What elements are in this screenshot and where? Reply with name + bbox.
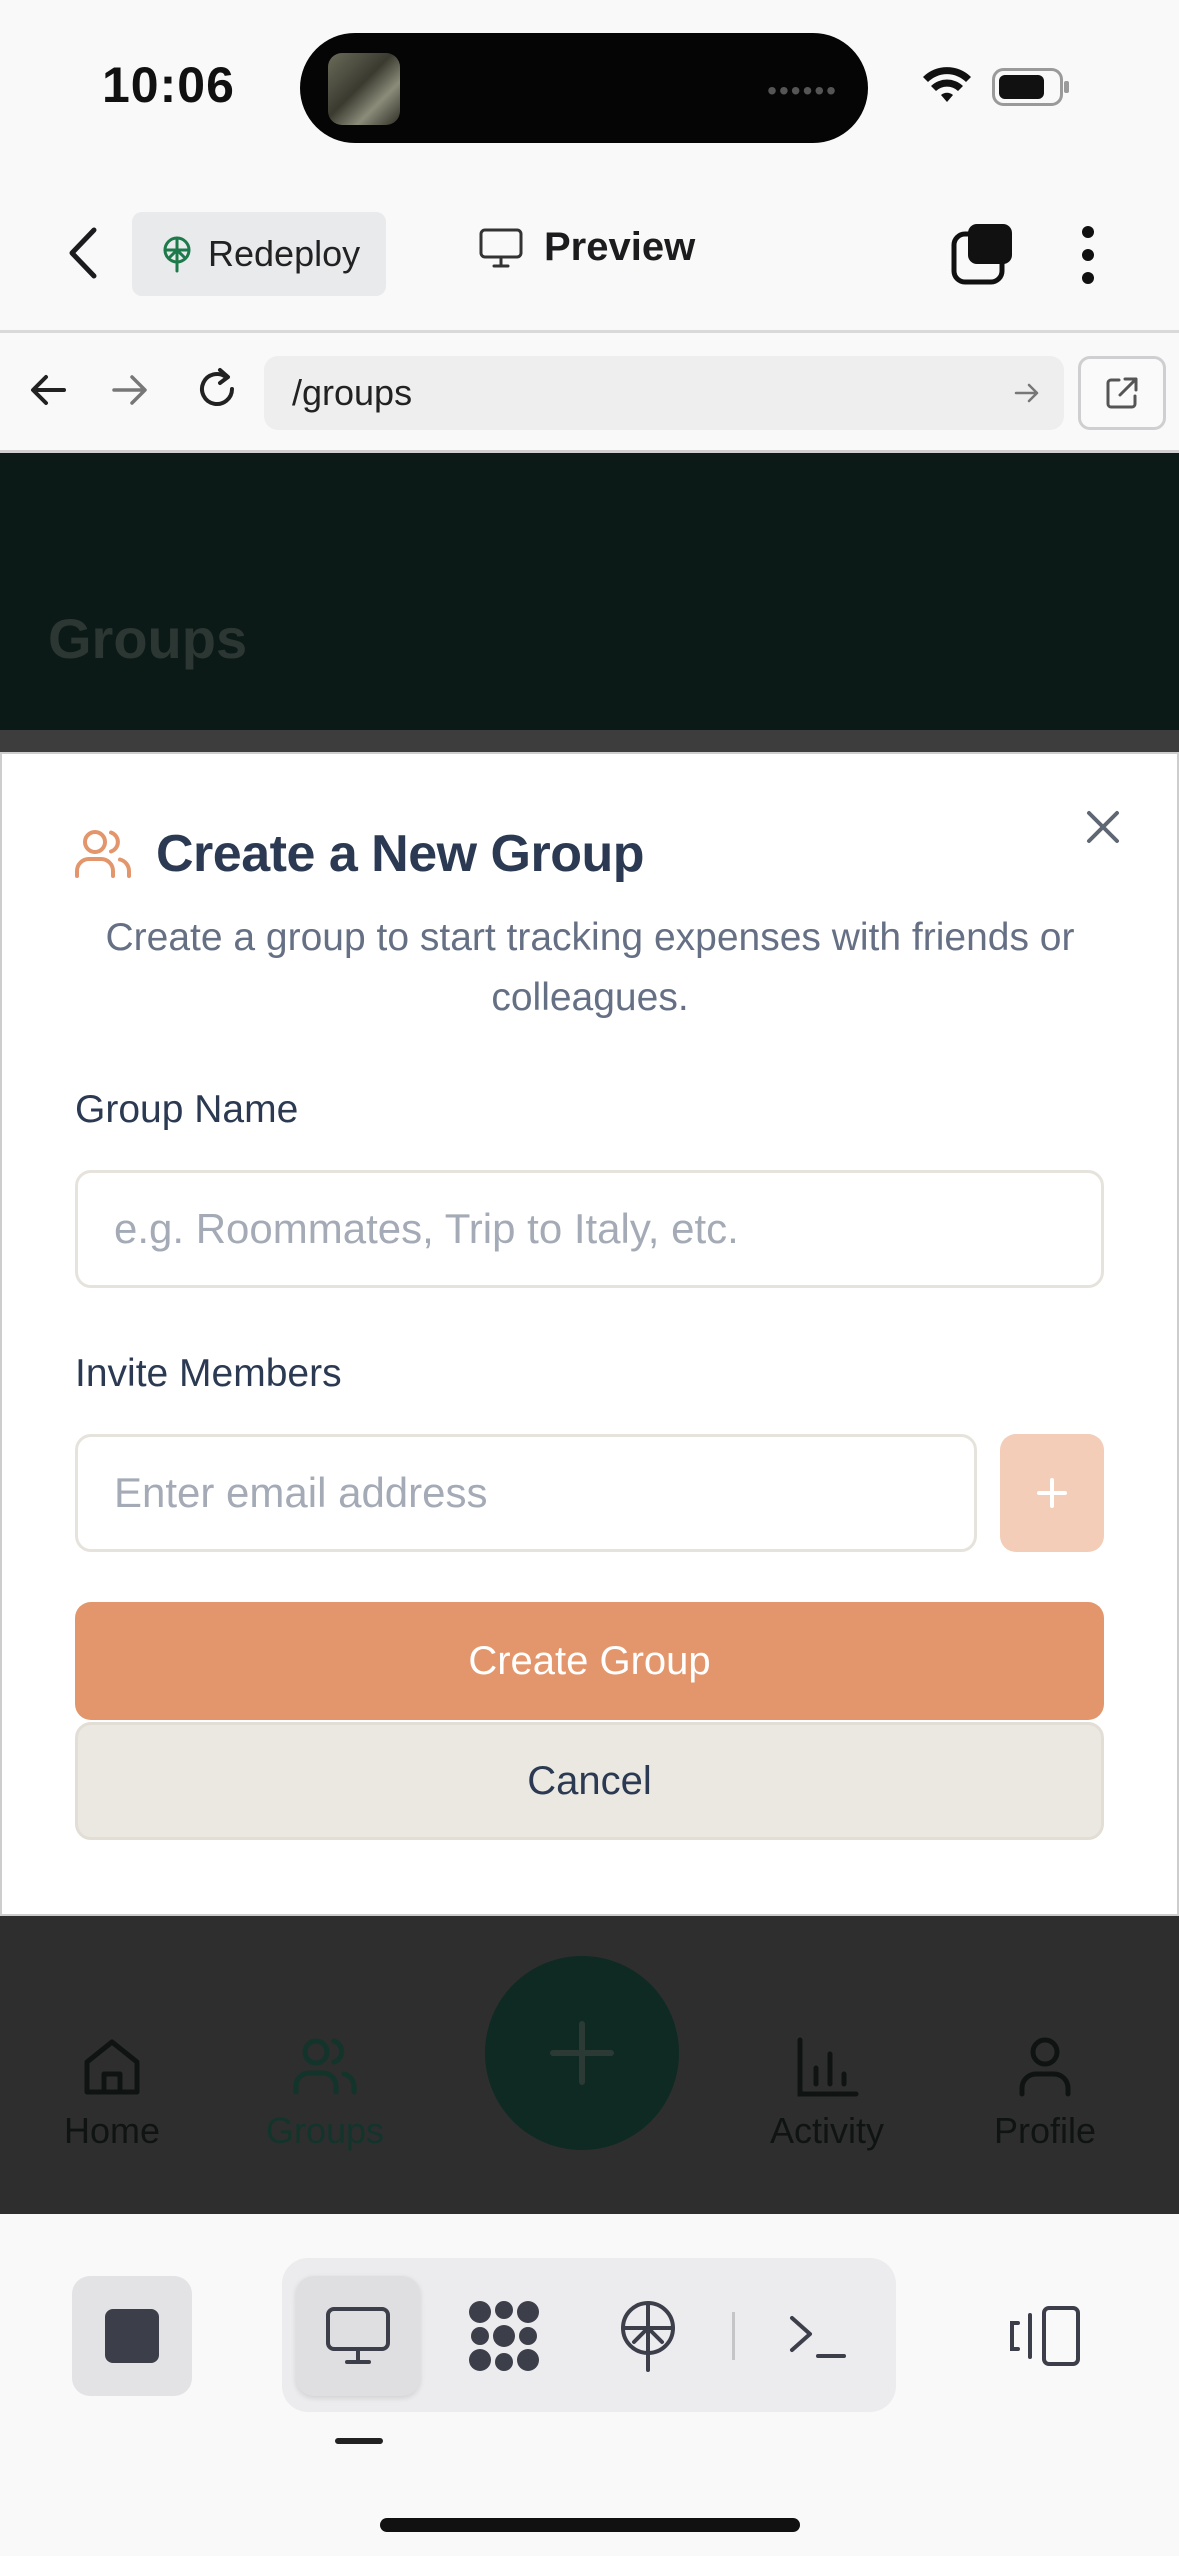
apps-icon [469,2301,539,2371]
stop-button[interactable] [72,2276,192,2396]
toolbar-separator [732,2312,735,2360]
overlay-backdrop [0,730,1179,752]
island-dots: •••••• [767,75,838,106]
nav-activity-label: Activity [770,2110,885,2151]
wifi-icon [923,67,971,102]
dynamic-island: •••••• [300,33,868,143]
nav-groups-label: Groups [266,2110,385,2151]
close-icon[interactable] [1080,804,1126,850]
open-external-button[interactable] [1078,356,1166,430]
create-group-button[interactable]: Create Group [75,1602,1104,1720]
page-header [0,453,1179,730]
preview-tab[interactable]: Preview [478,225,695,270]
deploy-icon [621,2301,675,2372]
group-name-label: Group Name [75,1088,299,1131]
preview-label: Preview [544,225,696,269]
group-name-input[interactable]: e.g. Roommates, Trip to Italy, etc. [75,1170,1104,1288]
toolbar-panel-button[interactable] [996,2286,1096,2386]
browser-forward-icon[interactable] [108,368,152,412]
home-indicator[interactable] [380,2518,800,2532]
nav-groups[interactable]: Groups [266,2034,384,2152]
toolbar-terminal-button[interactable] [768,2286,868,2386]
dialog-title: Create a New Group [156,825,645,883]
more-vertical-icon[interactable] [1074,222,1102,288]
header-divider [0,330,1179,333]
email-input[interactable]: Enter email address [75,1434,977,1552]
cancel-button[interactable]: Cancel [75,1722,1104,1840]
external-link-icon [1106,377,1138,409]
page-title: Groups [48,607,248,670]
screen: 10:06 •••••• Redeploy Preview /groups Gr… [0,0,1179,2556]
add-member-button[interactable] [1000,1434,1104,1552]
monitor-icon [326,2307,390,2364]
nav-activity[interactable]: Activity [770,2034,884,2152]
users-icon [293,2038,357,2095]
deploy-icon [163,236,191,273]
toolbar-deploy-button[interactable] [598,2286,698,2386]
nav-profile-label: Profile [994,2110,1097,2151]
nav-home[interactable]: Home [64,2034,160,2152]
active-tab-indicator [335,2438,383,2444]
redeploy-button[interactable]: Redeploy [132,212,386,296]
url-field[interactable]: /groups [264,356,1064,430]
battery-icon [992,68,1069,106]
reload-icon[interactable] [192,364,242,414]
tabs-icon[interactable] [950,222,1016,286]
add-expense-fab[interactable] [485,1956,679,2150]
go-arrow-icon[interactable] [1012,378,1042,408]
back-chevron-icon[interactable] [60,220,104,286]
users-icon [75,830,131,878]
nav-profile[interactable]: Profile [994,2034,1096,2152]
status-time: 10:06 [102,57,235,113]
panel-layout-icon [1010,2306,1080,2366]
monitor-icon [479,228,523,267]
invite-members-label: Invite Members [75,1352,342,1395]
terminal-icon [790,2316,846,2358]
bar-chart-icon [797,2037,859,2097]
user-icon [1019,2037,1071,2097]
nav-home-label: Home [64,2110,161,2151]
toolbar-apps-button[interactable] [454,2286,554,2386]
url-text: /groups [292,372,413,413]
plus-icon [1037,1478,1067,1508]
plus-icon [550,2021,614,2085]
toolbar-preview-button[interactable] [296,2276,420,2396]
home-icon [84,2039,140,2095]
redeploy-label: Redeploy [208,233,361,274]
dialog-title-row: Create a New Group [74,824,645,884]
now-playing-thumbnail [328,53,400,125]
stop-icon [105,2309,159,2363]
browser-back-icon[interactable] [26,368,70,412]
dialog-description: Create a group to start tracking expense… [105,916,1075,1019]
